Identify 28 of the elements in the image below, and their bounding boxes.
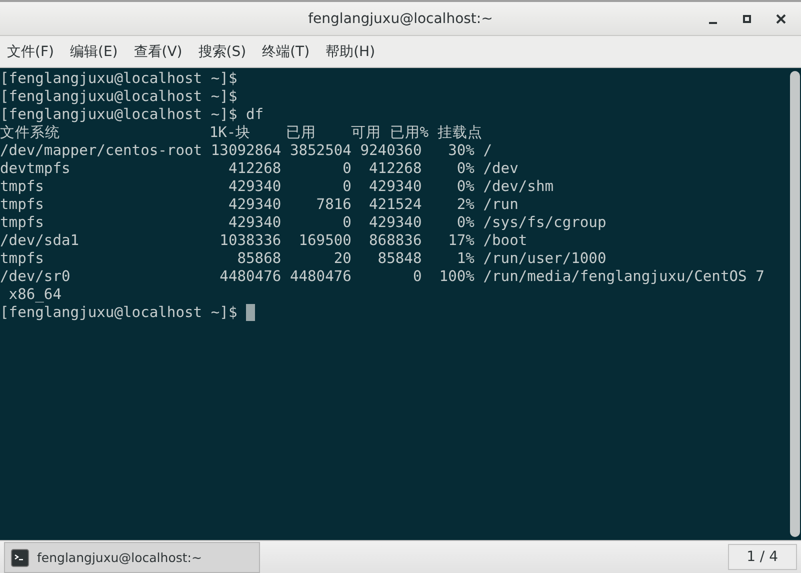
menu-item[interactable]: 终端(T)	[259, 38, 313, 64]
terminal-line: devtmpfs 412268 0 412268 0% /dev	[0, 160, 518, 177]
terminal-line: /dev/sda1 1038336 169500 868836 17% /boot	[0, 232, 528, 249]
scrollbar-thumb[interactable]	[790, 71, 800, 537]
terminal-line: /dev/mapper/centos-root 13092864 3852504 9240360 30% /	[0, 142, 492, 159]
workspace-indicator[interactable]: 1 / 4	[728, 544, 797, 570]
terminal-line: tmpfs 429340 7816 421524 2% /run	[0, 196, 518, 213]
menu-item[interactable]: 查看(V)	[130, 38, 186, 64]
terminal-line: [fenglangjuxu@localhost ~]$	[0, 304, 238, 321]
terminal-line: [fenglangjuxu@localhost ~]$ df	[0, 106, 264, 123]
terminal-line: 文件系统 1K-块 已用 可用 已用% 挂载点	[0, 124, 482, 141]
minimize-icon	[709, 22, 717, 24]
window-title: fenglangjuxu@localhost:~	[308, 10, 493, 26]
terminal-icon	[11, 548, 29, 566]
maximize-icon	[742, 14, 752, 24]
terminal-line: tmpfs 85868 20 85848 1% /run/user/1000	[0, 250, 606, 267]
close-icon	[776, 14, 786, 24]
menu-item[interactable]: 文件(F)	[4, 38, 57, 64]
menu-item[interactable]: 搜索(S)	[195, 38, 250, 64]
terminal-line: tmpfs 429340 0 429340 0% /dev/shm	[0, 178, 554, 195]
terminal-line: /dev/sr0 4480476 4480476 0 100% /run/media/fenglangjuxu/CentOS 7	[0, 268, 764, 285]
terminal-line: tmpfs 429340 0 429340 0% /sys/fs/cgroup	[0, 214, 606, 231]
menu-item[interactable]: 编辑(E)	[66, 38, 121, 64]
terminal-line: x86_64	[8, 286, 62, 303]
taskbar-item[interactable]: fenglangjuxu@localhost:~	[4, 542, 260, 573]
terminal-line: [fenglangjuxu@localhost ~]$	[0, 70, 238, 87]
menu-item[interactable]: 帮助(H)	[322, 38, 378, 64]
terminal-line: [fenglangjuxu@localhost ~]$	[0, 88, 238, 105]
